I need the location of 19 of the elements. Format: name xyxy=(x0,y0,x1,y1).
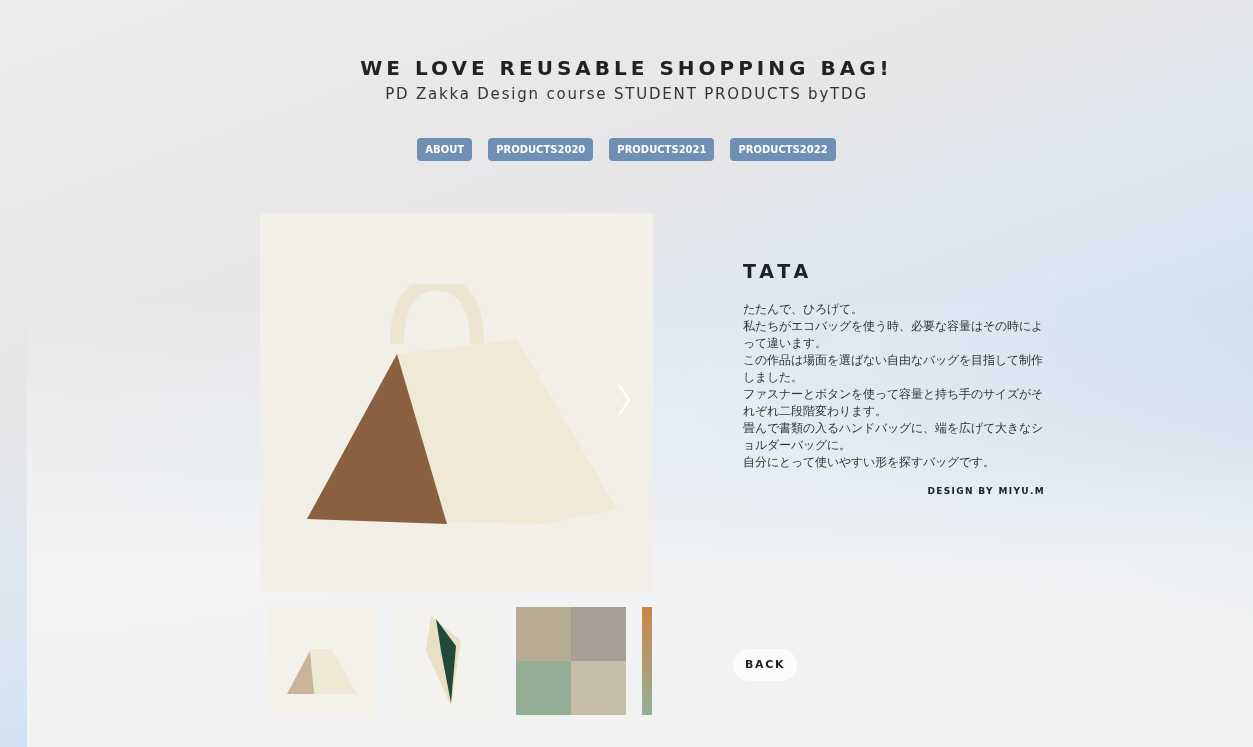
photo-collage-thumbnail[interactable] xyxy=(516,606,626,715)
site-subtitle: PD Zakka Design course STUDENT PRODUCTS byTDG xyxy=(385,84,868,105)
description-line: ファスナーとボタンを使って容量と持ち手のサイズがそれぞれ二段階変わります。 xyxy=(743,386,1044,420)
photo-thumbnail[interactable] xyxy=(642,606,652,715)
bag-thumbnail[interactable] xyxy=(268,606,376,715)
back-button[interactable]: BACK xyxy=(733,648,798,681)
product-name: TATA xyxy=(743,258,814,284)
description-line: 私たちがエコバッグを使う時、必要な容量はその時によって違います。 xyxy=(743,318,1044,352)
description-line: この作品は場面を選ばない自由なバッグを目指して制作しました。 xyxy=(743,352,1044,386)
nav-link[interactable]: ABOUT xyxy=(417,137,473,161)
description-line: 自分にとって使いやすい形を探すバッグです。 xyxy=(743,454,996,471)
bag-thumbnail[interactable] xyxy=(392,606,500,715)
description-line: 畳んで書類の入るハンドバッグに、端を広げて大きなショルダーバッグに。 xyxy=(743,420,1044,454)
site-title: WE LOVE REUSABLE SHOPPING BAG! xyxy=(360,55,893,82)
nav-link[interactable]: PRODUCTS2021 xyxy=(609,137,715,161)
nav-link[interactable]: PRODUCTS2020 xyxy=(488,137,594,161)
nav-link[interactable]: PRODUCTS2022 xyxy=(730,137,836,161)
description-line: たたんで、ひろげて。 xyxy=(743,301,864,318)
designer-credit: DESIGN BY MIYU.M xyxy=(927,485,1045,498)
